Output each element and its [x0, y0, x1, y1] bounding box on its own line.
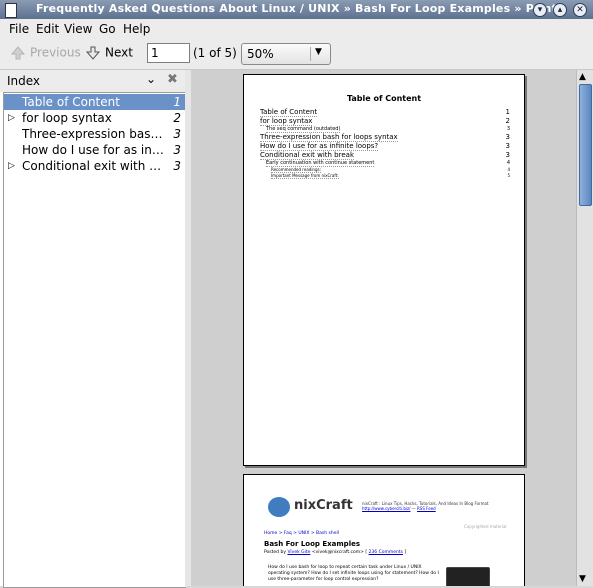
- next-label: Next: [105, 45, 133, 60]
- chevron-down-icon: ▼: [315, 47, 322, 57]
- next-button[interactable]: Next: [85, 45, 133, 61]
- sidebar: Index ⌄ ✖ Table of Content 1 ▷ for loop …: [0, 70, 186, 588]
- watermark-text: Copyrighted material: [464, 524, 507, 529]
- scrollbar-thumb[interactable]: [579, 84, 592, 206]
- title-bar: Frequently Asked Questions About Linux /…: [0, 0, 593, 19]
- site-url-link[interactable]: http://www.cyberciti.biz/: [362, 506, 410, 511]
- menu-edit[interactable]: Edit: [36, 22, 59, 36]
- expander-arrow-icon[interactable]: ▷: [8, 158, 15, 174]
- maximize-button[interactable]: ▴: [553, 3, 567, 17]
- window-title: Frequently Asked Questions About Linux /…: [35, 2, 558, 15]
- toc-entry[interactable]: Three-expression bash for loops syntax 3: [260, 133, 510, 142]
- scroll-down-arrow-icon[interactable]: ▼: [579, 574, 586, 584]
- sidebar-close-icon[interactable]: ✖: [167, 72, 178, 87]
- tree-item-for-loop-syntax[interactable]: ▷ for loop syntax 2: [4, 110, 185, 126]
- toc-entry[interactable]: Conditional exit with break 3: [260, 151, 510, 160]
- close-button[interactable]: ✕: [573, 3, 587, 17]
- article-byline: Posted by Vivek Gite <vivek@nixcraft.com…: [264, 550, 407, 555]
- toolbar: Previous Next 1 (1 of 5) 50% ▼: [0, 39, 593, 70]
- document-page-2: nixCraft nixCraft : Linux Tips, Hacks, T…: [243, 474, 525, 586]
- sidebar-selector-chevron-icon[interactable]: ⌄: [146, 72, 156, 86]
- previous-label: Previous: [30, 45, 81, 60]
- arrow-up-icon: [10, 46, 26, 60]
- previous-button[interactable]: Previous: [10, 45, 81, 61]
- article-body: How do I use bash for loop to repeat cer…: [268, 565, 439, 582]
- tree-item-label: How do I use for as infinite loops?: [22, 143, 167, 157]
- tree-item-table-of-content[interactable]: Table of Content 1: [4, 94, 185, 110]
- menu-bar: File Edit View Go Help: [0, 19, 593, 39]
- document-viewer[interactable]: Table of Content Table of Content 1 for l…: [191, 70, 576, 586]
- tree-item-three-expression[interactable]: Three-expression bash for loops syntax 3: [4, 126, 185, 142]
- sidebar-header: Index ⌄ ✖: [0, 70, 185, 92]
- toc-heading: Table of Content: [346, 94, 422, 103]
- arrow-down-icon: [85, 46, 101, 60]
- minimize-button[interactable]: ▾: [533, 3, 547, 17]
- tree-item-page: 2: [173, 111, 181, 125]
- index-tree: Table of Content 1 ▷ for loop syntax 2 T…: [3, 92, 186, 588]
- breadcrumb[interactable]: Home > Faq > UNIX > Bash shell: [264, 531, 339, 536]
- toc-entry[interactable]: Important Message from nixCraft: 5: [260, 173, 510, 179]
- document-page-1: Table of Content Table of Content 1 for l…: [243, 74, 525, 466]
- tree-item-infinite-loops[interactable]: How do I use for as infinite loops? 3: [4, 142, 185, 158]
- author-link[interactable]: Vivek Gite: [287, 550, 310, 555]
- toc-entry[interactable]: The seq command (outdated) 3: [260, 126, 510, 133]
- comments-link[interactable]: 236 Comments: [369, 550, 403, 555]
- tree-item-page: 1: [173, 95, 181, 109]
- toc-entry[interactable]: How do I use for as infinite loops? 3: [260, 142, 510, 151]
- scroll-up-arrow-icon[interactable]: ▲: [579, 72, 586, 82]
- article-title: Bash For Loop Examples: [264, 540, 361, 548]
- tree-item-page: 3: [173, 127, 181, 141]
- menu-view[interactable]: View: [64, 22, 92, 36]
- menu-go[interactable]: Go: [99, 22, 116, 36]
- tree-item-page: 3: [173, 143, 181, 157]
- tree-item-page: 3: [173, 159, 181, 173]
- nixcraft-logo-icon: [268, 497, 290, 517]
- tree-item-conditional-exit[interactable]: ▷ Conditional exit with break 3: [4, 158, 185, 174]
- site-logo-text: nixCraft: [294, 498, 353, 513]
- toc-entry[interactable]: Recommended readings: 4: [260, 167, 510, 173]
- expander-arrow-icon[interactable]: ▷: [8, 110, 15, 126]
- tree-item-label: for loop syntax: [22, 111, 112, 125]
- menu-help[interactable]: Help: [123, 22, 150, 36]
- page-count: (1 of 5): [193, 46, 237, 60]
- rss-feed-link[interactable]: RSS Feed: [417, 506, 436, 511]
- zoom-select[interactable]: 50% ▼: [241, 43, 331, 65]
- sidebar-title: Index: [7, 74, 41, 88]
- tree-item-label: Conditional exit with break: [22, 159, 167, 173]
- tree-item-label: Table of Content: [22, 95, 120, 109]
- tree-item-label: Three-expression bash for loops syntax: [22, 127, 167, 141]
- zoom-value: 50%: [247, 47, 274, 61]
- toc-entry[interactable]: for loop syntax 2: [260, 117, 510, 126]
- vertical-scrollbar[interactable]: ▲ ▼: [576, 70, 593, 586]
- menu-file[interactable]: File: [9, 22, 29, 36]
- site-tagline: nixCraft : Linux Tips, Hacks, Tutorials,…: [362, 501, 489, 511]
- terminal-icon: [446, 567, 490, 586]
- toc-entry[interactable]: Early continuation with continue stateme…: [260, 160, 510, 167]
- toc-entry[interactable]: Table of Content 1: [260, 108, 510, 117]
- page-number-input[interactable]: 1: [147, 43, 190, 63]
- zoom-divider: [310, 47, 311, 61]
